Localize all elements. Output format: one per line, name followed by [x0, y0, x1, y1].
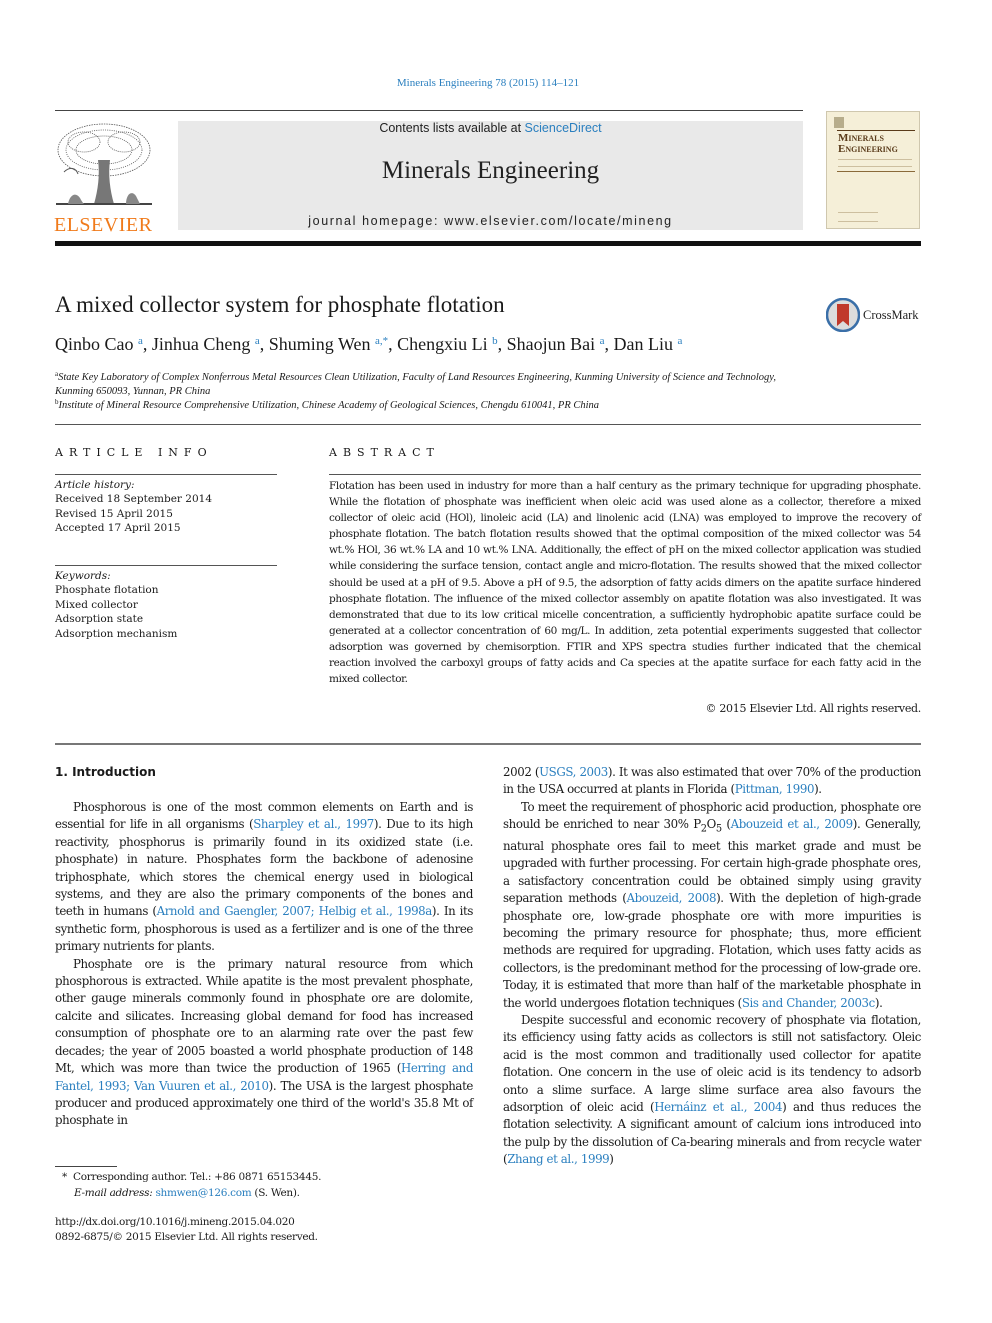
front-matter-rule	[55, 424, 921, 425]
keyword: Adsorption mechanism	[55, 627, 178, 640]
paragraph: 2002 (USGS, 2003). It was also estimated…	[503, 765, 921, 797]
right-column: 2002 (USGS, 2003). It was also estimated…	[503, 764, 921, 1169]
left-column: Phosphorous is one of the most common el…	[55, 799, 473, 1130]
journal-reference[interactable]: Minerals Engineering 78 (2015) 114–121	[0, 77, 976, 89]
citation-link[interactable]: Abouzeid et al., 2009	[731, 817, 854, 831]
paragraph: To meet the requirement of phosphoric ac…	[503, 799, 922, 1010]
homepage-prefix: journal homepage:	[308, 214, 445, 228]
contents-prefix: Contents lists available at	[379, 121, 525, 135]
citation-link[interactable]: Zhang et al., 1999	[507, 1152, 609, 1166]
citation-link[interactable]: Arnold and Gaengler, 2007; Helbig et al.…	[157, 904, 433, 918]
corresponding-text: Corresponding author. Tel.: +86 0871 651…	[73, 1171, 322, 1183]
abstract-text: Flotation has been used in industry for …	[329, 480, 921, 686]
article-title: A mixed collector system for phosphate f…	[55, 292, 505, 317]
keyword: Mixed collector	[55, 598, 138, 611]
journal-masthead: Contents lists available at ScienceDirec…	[178, 121, 803, 230]
affiliation-text: Institute of Mineral Resource Comprehens…	[58, 400, 600, 411]
cover-title: Minerals Engineering	[838, 133, 898, 155]
contents-line: Contents lists available at ScienceDirec…	[178, 121, 803, 135]
citation-link[interactable]: Sis and Chander, 2003c	[742, 996, 875, 1010]
citation-link[interactable]: USGS, 2003	[539, 765, 608, 779]
cover-publisher-icon	[834, 117, 844, 128]
elsevier-logo[interactable]: ELSEVIER	[54, 120, 154, 236]
keywords-block: Keywords: Phosphate flotation Mixed coll…	[55, 569, 277, 641]
keywords-rule	[55, 565, 277, 566]
article-info-heading: ARTICLE INFO	[55, 446, 213, 459]
body-rule	[55, 743, 921, 745]
abstract-copyright: © 2015 Elsevier Ltd. All rights reserved…	[705, 702, 921, 715]
paragraph: Despite successful and economic recovery…	[503, 1013, 921, 1167]
journal-homepage: journal homepage: www.elsevier.com/locat…	[178, 214, 803, 228]
abstract-heading: ABSTRACT	[329, 446, 440, 459]
masthead-bottom-rule	[55, 241, 921, 246]
affiliation-mark[interactable]: a,*	[375, 335, 388, 347]
abstract-rule	[329, 474, 921, 475]
article-history-heading: Article history:	[55, 479, 135, 491]
issn-copyright: 0892-6875/© 2015 Elsevier Ltd. All right…	[55, 1231, 318, 1243]
paragraph: Phosphorous is one of the most common el…	[55, 800, 474, 954]
article-history: Article history: Received 18 September 2…	[55, 478, 277, 536]
journal-cover-thumbnail[interactable]: Minerals Engineering	[826, 111, 920, 229]
author[interactable]: Chengxiu Li b	[397, 334, 498, 354]
crossmark-label: CrossMark	[863, 307, 919, 322]
keyword: Phosphate flotation	[55, 584, 159, 597]
email-label: E-mail address:	[74, 1187, 156, 1199]
author[interactable]: Dan Liu a	[614, 334, 683, 354]
doi-link[interactable]: http://dx.doi.org/10.1016/j.mineng.2015.…	[55, 1216, 295, 1228]
keywords-heading: Keywords:	[55, 570, 111, 582]
footnote-rule	[55, 1166, 117, 1167]
author[interactable]: Jinhua Cheng a	[152, 334, 260, 354]
author[interactable]: Shuming Wen a,*	[269, 334, 388, 354]
header-rule	[55, 110, 803, 111]
email-suffix: (S. Wen).	[251, 1187, 300, 1199]
corresponding-author-note: * Corresponding author. Tel.: +86 0871 6…	[62, 1171, 321, 1183]
paragraph: Phosphate ore is the primary natural res…	[55, 956, 473, 1128]
asterisk-mark: *	[62, 1171, 67, 1183]
subscript: 2	[700, 823, 707, 835]
crossmark-button[interactable]: CrossMark	[826, 298, 919, 332]
author[interactable]: Qinbo Cao a	[55, 334, 143, 354]
author[interactable]: Shaojun Bai a	[507, 334, 605, 354]
homepage-url[interactable]: www.elsevier.com/locate/mineng	[444, 214, 673, 228]
cover-subtitle-lines	[838, 159, 912, 167]
citation-link[interactable]: Pittman, 1990	[735, 782, 815, 796]
subscript: 5	[715, 823, 722, 835]
history-received: Received 18 September 2014	[55, 493, 213, 506]
elsevier-wordmark: ELSEVIER	[54, 214, 153, 236]
journal-title: Minerals Engineering	[381, 157, 600, 184]
article-info-rule	[55, 474, 277, 475]
elsevier-tree-icon	[56, 123, 152, 205]
affiliation-text: State Key Laboratory of Complex Nonferro…	[58, 372, 777, 383]
history-revised: Revised 15 April 2015	[55, 507, 173, 520]
citation-link[interactable]: Abouzeid, 2008	[627, 891, 717, 905]
author-list: Qinbo Cao a, Jinhua Cheng a, Shuming Wen…	[55, 334, 683, 354]
section-heading-introduction: 1. Introduction	[55, 765, 156, 779]
citation-link[interactable]: Sharpley et al., 1997	[253, 817, 374, 831]
citation-link[interactable]: Hernáinz et al., 2004	[654, 1100, 782, 1114]
cover-rule	[837, 171, 915, 172]
affiliation-b: bInstitute of Mineral Resource Comprehen…	[55, 395, 921, 413]
cover-rule	[837, 130, 915, 131]
history-accepted: Accepted 17 April 2015	[55, 522, 181, 535]
citation-link[interactable]: Herring and Fantel, 1993; Van Vuuren et …	[55, 1061, 473, 1092]
keyword: Adsorption state	[55, 613, 144, 626]
email-note: E-mail address: shmwen@126.com (S. Wen).	[74, 1187, 300, 1199]
cover-footer-lines	[838, 212, 878, 222]
affiliation-mark[interactable]: a	[678, 335, 683, 347]
email-link[interactable]: shmwen@126.com	[155, 1187, 251, 1199]
crossmark-icon	[826, 298, 860, 332]
cover-title-line2: Engineering	[838, 143, 898, 155]
sciencedirect-link[interactable]: ScienceDirect	[525, 121, 602, 135]
